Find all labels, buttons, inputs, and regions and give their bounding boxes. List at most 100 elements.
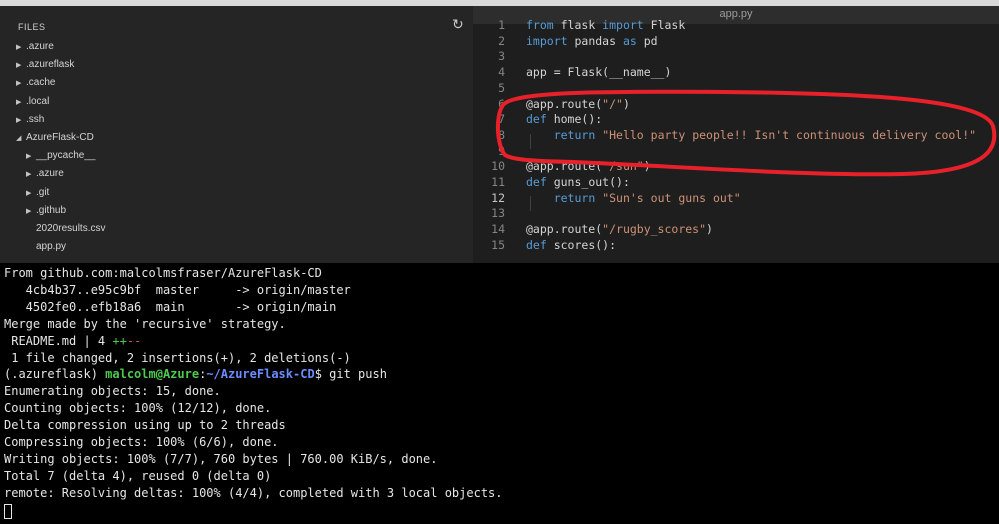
tree-item[interactable]: ▶ .azureflask — [16, 56, 74, 74]
terminal-token: Counting objects: 100% (12/12), done. — [4, 401, 272, 416]
tree-item[interactable]: ▶ .local — [16, 93, 49, 111]
code-token: ) — [622, 96, 630, 111]
code-line: 4 app = Flask(__name__) — [473, 65, 999, 81]
terminal-token: Compressing objects: 100% (6/6), done. — [4, 435, 279, 449]
terminal-line: From github.com:malcolmsfraser/AzureFlas… — [4, 265, 322, 282]
code-token: import — [526, 33, 568, 48]
line-number: 7 — [498, 112, 505, 127]
tree-item-label: .azureflask — [26, 59, 75, 71]
terminal-line: Merge made by the 'recursive' strategy. — [4, 316, 286, 333]
code-token: "Sun's out guns out" — [602, 190, 741, 205]
code-token: @app.route( — [526, 222, 603, 237]
terminal-line: 1 file changed, 2 insertions(+), 2 delet… — [4, 350, 351, 367]
file-explorer-sidebar: FILES ↻ ▶ .azure ▶ .azureflask ▶ .cache ▶ .loca… — [0, 6, 473, 263]
code-token: "/" — [602, 96, 623, 111]
code-token: app = Flask(__name__) — [526, 65, 672, 80]
tree-item-label: .azure — [36, 168, 64, 180]
code-token: "/rugby_scores" — [602, 222, 707, 237]
code-token: def — [526, 175, 547, 189]
code-line: 6 @app.route("/") — [473, 97, 999, 113]
code-token: @app.route( — [526, 96, 603, 111]
chevron-right-icon: ▶ — [16, 116, 22, 124]
code-text: return "Sun's out guns out" — [526, 191, 741, 207]
terminal-line: remote: Resolving deltas: 100% (4/4), co… — [4, 485, 503, 502]
code-line: 1 from flask import Flask — [473, 18, 999, 34]
terminal-token: Enumerating objects: 15, done. — [4, 384, 221, 399]
code-token: guns_out(): — [546, 175, 630, 189]
code-text: @app.route("/") — [526, 97, 630, 113]
line-number: 5 — [498, 80, 505, 95]
code-token: scores(): — [546, 237, 617, 252]
tree-item[interactable]: ▶ .github — [26, 202, 66, 220]
code-editor[interactable]: 1 from flask import Flask 2 import pandas a… — [473, 18, 999, 263]
tree-item-label: .local — [26, 95, 50, 107]
tree-item-label: 2020results.csv — [36, 223, 106, 234]
line-number: 2 — [498, 33, 505, 48]
terminal-line: Total 7 (delta 4), reused 0 (delta 0) — [4, 468, 271, 485]
code-token: @app.route( — [526, 159, 603, 174]
line-number: 1 — [498, 18, 505, 32]
line-number: 8 — [498, 127, 505, 142]
tree-item[interactable]: ▶ .git — [26, 184, 49, 202]
terminal-panel[interactable]: From github.com:malcolmsfraser/AzureFlas… — [0, 263, 999, 524]
tree-item[interactable]: ▶ .ssh — [16, 111, 44, 129]
code-token: ) — [643, 159, 651, 174]
code-text: def scores(): — [526, 238, 616, 254]
code-text: @app.route("/sun") — [526, 159, 651, 175]
code-token: flask — [553, 18, 603, 32]
code-line: 9 — [473, 144, 999, 160]
terminal-line: (.azureflask) malcolm@Azure:~/AzureFlask… — [4, 366, 387, 383]
line-number: 11 — [491, 175, 505, 189]
files-header: FILES — [18, 22, 46, 32]
terminal-token: 4cb4b37..e95c9bf master -> origin/master — [4, 282, 351, 297]
refresh-icon[interactable]: ↻ — [452, 16, 464, 33]
tree-item-label: .github — [36, 204, 67, 216]
code-line: 3 — [473, 49, 999, 65]
chevron-right-icon: ▶ — [16, 98, 22, 106]
terminal-line: 4502fe0..efb18a6 main -> origin/main — [4, 299, 337, 316]
code-token: return — [553, 190, 596, 205]
tree-item-label: .git — [36, 186, 50, 198]
terminal-token: 1 file changed, 2 insertions(+), 2 delet… — [4, 350, 351, 365]
tree-item-label: AzureFlask-CD — [26, 132, 94, 143]
code-text: def home(): — [526, 112, 602, 128]
terminal-line: Counting objects: 100% (12/12), done. — [4, 400, 271, 417]
line-number: 13 — [491, 206, 505, 221]
terminal-token: README.md | 4 — [4, 333, 113, 348]
chevron-right-icon: ▶ — [16, 80, 22, 88]
terminal-line: Compressing objects: 100% (6/6), done. — [4, 434, 279, 451]
code-line: 14 @app.route("/rugby_scores") — [473, 222, 999, 238]
code-line: 12 return "Sun's out guns out" — [473, 191, 999, 207]
line-number: 10 — [491, 159, 505, 174]
terminal-token: 4502fe0..efb18a6 main -> origin/main — [4, 299, 337, 314]
code-text: import pandas as pd — [526, 34, 658, 50]
code-token: return — [553, 127, 596, 142]
chevron-right-icon: ▶ — [26, 171, 32, 179]
tree-item[interactable]: ▶ __pycache__ — [26, 147, 96, 165]
tree-item-label: __pycache__ — [36, 150, 96, 162]
code-line: 2 import pandas as pd — [473, 34, 999, 50]
terminal-line: Delta compression using up to 2 threads — [4, 417, 286, 434]
code-text: @app.route("/rugby_scores") — [526, 222, 713, 238]
chevron-right-icon: ▶ — [16, 62, 22, 70]
terminal-token: Delta compression using up to 2 threads — [4, 418, 286, 433]
tree-item[interactable]: app.py — [26, 238, 66, 256]
tree-item[interactable]: ▶ .azure — [16, 38, 54, 56]
chevron-right-icon: ▶ — [26, 207, 32, 215]
code-line: 10 @app.route("/sun") — [473, 159, 999, 175]
code-token: from — [526, 18, 554, 32]
line-number: 4 — [498, 65, 505, 80]
terminal-token: remote: Resolving deltas: 100% (4/4), co… — [4, 485, 503, 500]
code-text: return "Hello party people!! Isn't conti… — [526, 128, 976, 144]
line-number: 12 — [491, 190, 505, 205]
tree-item[interactable]: ▶ .cache — [16, 74, 55, 92]
tree-item[interactable]: ◢ AzureFlask-CD — [16, 129, 94, 147]
tree-item[interactable]: 2020results.csv — [26, 220, 105, 238]
chevron-down-icon: ◢ — [16, 135, 22, 142]
terminal-token: Total 7 (delta 4), reused 0 (delta 0) — [4, 468, 272, 483]
terminal-cursor — [4, 504, 12, 519]
tree-item[interactable]: ▶ .azure — [26, 165, 64, 183]
code-token: pd — [636, 33, 658, 48]
code-token: def — [526, 237, 547, 252]
code-text: def guns_out(): — [526, 175, 630, 191]
